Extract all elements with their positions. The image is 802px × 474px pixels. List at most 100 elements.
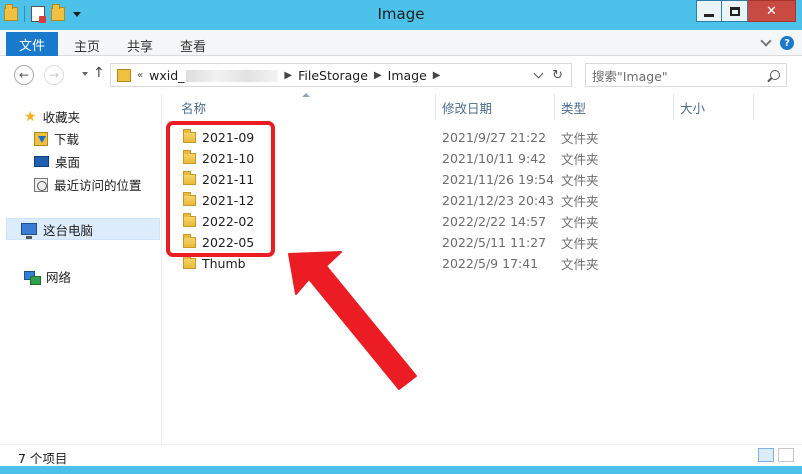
file-type: 文件夹 xyxy=(561,215,599,230)
file-type: 文件夹 xyxy=(561,257,599,272)
file-date: 2021/9/27 21:22 xyxy=(442,130,547,145)
tab-file[interactable]: 文件 xyxy=(6,32,58,56)
folder-icon xyxy=(117,68,131,82)
nav-network[interactable]: 网络 xyxy=(24,267,71,286)
column-header-name[interactable]: 名称 xyxy=(163,94,436,120)
nav-recent-places[interactable]: 最近访问的位置 xyxy=(34,175,142,194)
navigation-bar: ← → ↑ « wxid_ ▶ FileStorage ▶ Image ▶ ↻ … xyxy=(0,56,802,94)
column-header-label: 名称 xyxy=(181,100,207,116)
breadcrumb-filestorage[interactable]: FileStorage xyxy=(298,68,368,83)
forward-button[interactable]: → xyxy=(44,65,64,85)
ribbon: 文件 主页 共享 查看 ? xyxy=(0,30,802,56)
help-icon[interactable]: ? xyxy=(780,36,794,50)
file-name: 2021-12 xyxy=(202,193,255,208)
large-icons-view-icon[interactable] xyxy=(778,448,794,462)
recent-locations-icon[interactable] xyxy=(82,72,88,76)
breadcrumb-wxid[interactable]: wxid_ xyxy=(149,68,279,83)
nav-this-pc-label: 这台电脑 xyxy=(43,222,94,238)
file-date: 2022/5/11 11:27 xyxy=(442,235,547,250)
downloads-folder-icon xyxy=(34,131,48,146)
redacted-text xyxy=(186,70,279,82)
folder-icon xyxy=(183,213,196,227)
tab-share[interactable]: 共享 xyxy=(127,36,153,55)
file-name: 2022-05 xyxy=(202,235,255,250)
file-date: 2021/12/23 20:43 xyxy=(442,193,555,208)
nav-favorites[interactable]: ★ 收藏夹 xyxy=(24,107,80,126)
nav-desktop-label: 桌面 xyxy=(55,155,81,170)
recent-places-icon xyxy=(34,177,48,192)
file-name: 2021-11 xyxy=(202,172,255,187)
close-icon: ✕ xyxy=(766,3,777,19)
column-header-date[interactable]: 修改日期 xyxy=(436,94,555,120)
file-row[interactable]: 2021-12 2021/12/23 20:43 文件夹 xyxy=(163,190,802,211)
file-row[interactable]: Thumb 2022/5/9 17:41 文件夹 xyxy=(163,253,802,274)
refresh-icon[interactable]: ↻ xyxy=(552,68,563,83)
explorer-window: Image ✕ 文件 主页 共享 查看 ? ← → ↑ « wxid_ ▶ Fi… xyxy=(0,0,802,474)
content-area: ★ 收藏夹 下载 桌面 最近访问的位置 这台电脑 网络 名称 修改日期 类型 大… xyxy=(0,93,802,444)
maximize-icon xyxy=(729,6,740,16)
nav-desktop[interactable]: 桌面 xyxy=(34,152,80,171)
star-icon: ★ xyxy=(24,108,37,125)
nav-favorites-label: 收藏夹 xyxy=(42,110,81,125)
file-date: 2021/10/11 9:42 xyxy=(442,151,547,166)
folder-icon xyxy=(183,234,196,248)
window-border xyxy=(0,466,802,474)
window-controls: ✕ xyxy=(696,0,796,22)
close-button[interactable]: ✕ xyxy=(748,0,796,22)
search-box[interactable]: 搜索"Image" xyxy=(585,63,787,87)
nav-this-pc[interactable]: 这台电脑 xyxy=(6,218,160,240)
back-arrow-icon: ← xyxy=(18,68,30,82)
tab-view[interactable]: 查看 xyxy=(180,36,206,55)
expand-ribbon-icon[interactable] xyxy=(760,35,772,47)
chevron-right-icon[interactable]: ▶ xyxy=(433,70,441,81)
column-header-label: 大小 xyxy=(680,100,706,116)
nav-downloads-label: 下载 xyxy=(54,132,80,147)
title-bar[interactable]: Image ✕ xyxy=(0,0,802,30)
breadcrumb-overflow[interactable]: « xyxy=(137,70,143,81)
minimize-button[interactable] xyxy=(696,0,722,22)
column-header-size[interactable]: 大小 xyxy=(674,94,754,120)
window-title: Image xyxy=(377,5,425,23)
search-input[interactable]: 搜索"Image" xyxy=(592,66,668,85)
column-header-label: 类型 xyxy=(561,100,587,116)
file-row[interactable]: 2021-09 2021/9/27 21:22 文件夹 xyxy=(163,127,802,148)
file-name: 2022-02 xyxy=(202,214,255,229)
nav-recent-places-label: 最近访问的位置 xyxy=(54,178,142,193)
folder-icon xyxy=(183,150,196,164)
chevron-right-icon[interactable]: ▶ xyxy=(374,70,382,81)
file-name: 2021-09 xyxy=(202,130,255,145)
file-type: 文件夹 xyxy=(561,173,599,188)
chevron-right-icon[interactable]: ▶ xyxy=(284,70,292,81)
search-icon[interactable] xyxy=(770,70,780,80)
file-row[interactable]: 2021-11 2021/11/26 19:54 文件夹 xyxy=(163,169,802,190)
folder-icon xyxy=(183,171,196,185)
folder-icon xyxy=(183,192,196,206)
file-list: 名称 修改日期 类型 大小 2021-09 2021/9/27 21:22 文件… xyxy=(163,93,802,444)
desktop-icon xyxy=(34,156,49,167)
address-bar[interactable]: « wxid_ ▶ FileStorage ▶ Image ▶ ↻ xyxy=(110,63,572,87)
file-type: 文件夹 xyxy=(561,194,599,209)
nav-downloads[interactable]: 下载 xyxy=(34,129,79,148)
breadcrumb-image[interactable]: Image xyxy=(388,68,427,83)
back-button[interactable]: ← xyxy=(14,65,34,85)
up-arrow-icon[interactable]: ↑ xyxy=(93,65,105,81)
file-row[interactable]: 2021-10 2021/10/11 9:42 文件夹 xyxy=(163,148,802,169)
file-type: 文件夹 xyxy=(561,152,599,167)
file-date: 2022/2/22 14:57 xyxy=(442,214,547,229)
ribbon-controls: ? xyxy=(760,35,794,50)
folder-icon xyxy=(183,129,196,143)
file-row[interactable]: 2022-02 2022/2/22 14:57 文件夹 xyxy=(163,211,802,232)
maximize-button[interactable] xyxy=(722,0,748,22)
tab-home[interactable]: 主页 xyxy=(74,36,100,55)
details-view-icon[interactable] xyxy=(758,448,774,462)
column-header-type[interactable]: 类型 xyxy=(555,94,674,120)
navigation-pane: ★ 收藏夹 下载 桌面 最近访问的位置 这台电脑 网络 xyxy=(0,94,162,444)
file-row[interactable]: 2022-05 2022/5/11 11:27 文件夹 xyxy=(163,232,802,253)
file-date: 2021/11/26 19:54 xyxy=(442,172,555,187)
item-count: 7 个项目 xyxy=(18,451,68,466)
view-toggle xyxy=(758,448,794,462)
chevron-down-icon[interactable] xyxy=(533,68,544,79)
file-name: 2021-10 xyxy=(202,151,255,166)
address-controls: ↻ xyxy=(533,68,563,83)
status-bar: 7 个项目 xyxy=(0,444,802,466)
